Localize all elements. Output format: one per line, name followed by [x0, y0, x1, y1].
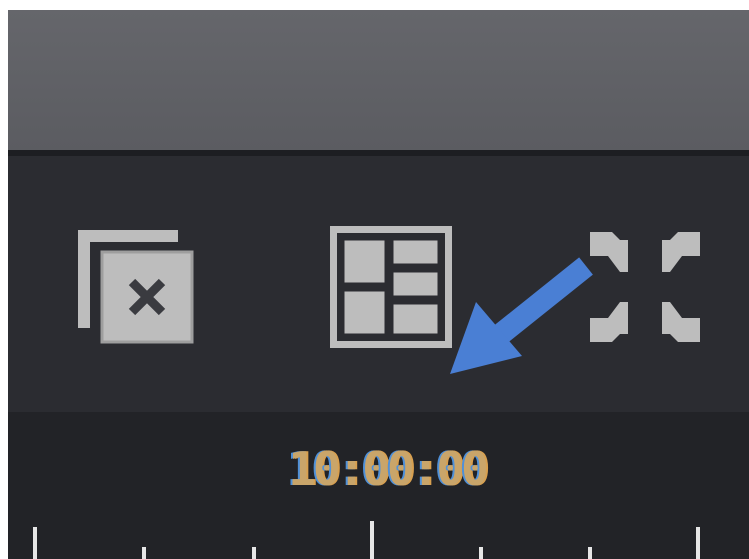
multi-view-layout-button[interactable]	[330, 226, 452, 348]
ruler-tick	[696, 527, 700, 559]
timeline-ruler[interactable]	[8, 512, 749, 559]
annotation-arrow	[450, 257, 593, 374]
ruler-tick	[370, 521, 374, 559]
fullscreen-button[interactable]	[590, 232, 700, 342]
fullscreen-icon	[590, 232, 700, 342]
close-window-icon	[78, 230, 194, 344]
timeline-panel: 10:00:00	[8, 412, 749, 559]
ruler-tick	[479, 547, 483, 559]
viewer-toolbar	[8, 156, 749, 412]
ruler-tick	[142, 547, 146, 559]
top-panel	[8, 10, 749, 150]
timecode-display: 10:00:00	[288, 442, 489, 496]
ruler-tick	[33, 527, 37, 559]
ruler-tick	[588, 547, 592, 559]
close-window-button[interactable]	[74, 226, 196, 348]
multi-view-layout-icon	[330, 226, 452, 348]
ruler-tick	[252, 547, 256, 559]
video-editor-window: 10:00:00	[8, 10, 749, 559]
